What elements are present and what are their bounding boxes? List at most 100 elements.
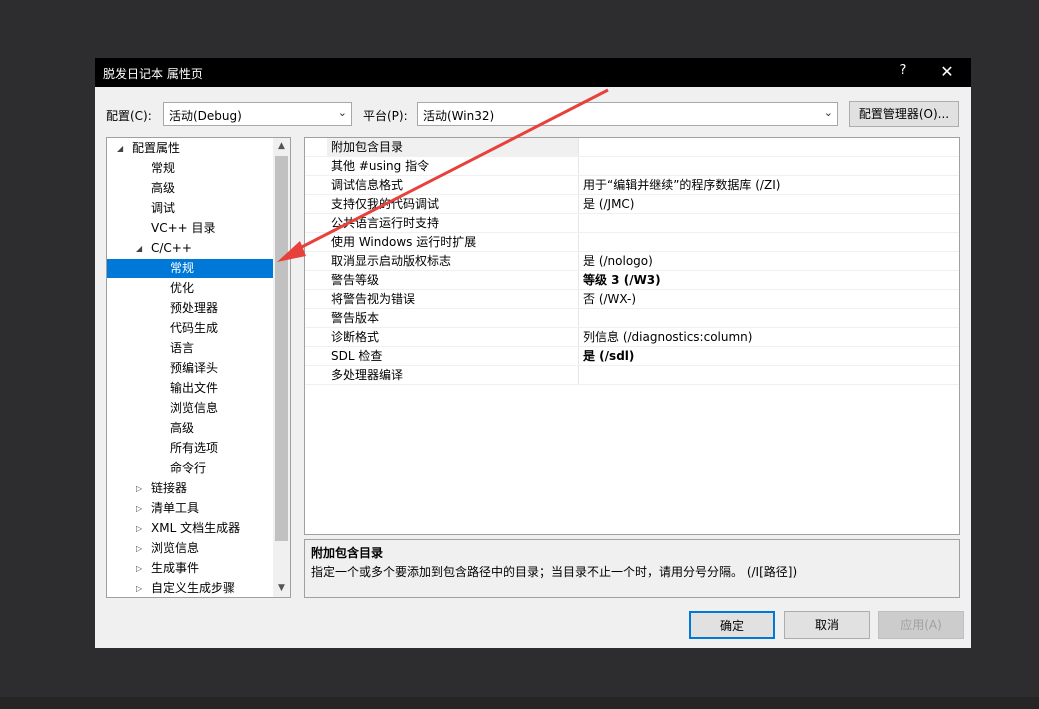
tree-item[interactable]: ▷ 清单工具	[107, 499, 273, 518]
tree-item[interactable]: 预编译头	[107, 359, 273, 378]
property-pages-dialog: 脱发日记本 属性页 ? ✕ 配置(C): 活动(Debug) ⌄ 平台(P): …	[95, 58, 971, 648]
expand-icon[interactable]: ▷	[136, 579, 142, 597]
tree-item[interactable]: VC++ 目录	[107, 219, 273, 238]
property-tree: ▷ 自定义生成步骤 ▷ 生成事件 ▷ 浏览信息 ▷ XML 文档生成器 ▷ 清单工具 ▷ 链接器 命令行…	[106, 137, 291, 598]
tree-item[interactable]: 优化	[107, 279, 273, 298]
description-panel: 附加包含目录 指定一个或多个要添加到包含路径中的目录；当目录不止一个时，请用分号…	[304, 539, 960, 598]
expand-icon[interactable]: ▷	[136, 559, 142, 578]
tree-item-label: 命令行	[170, 461, 207, 475]
tree-scrollbar[interactable]: ▲ ▼	[273, 138, 290, 597]
column-separator	[578, 271, 579, 289]
tree-item[interactable]: 高级	[107, 179, 273, 198]
column-separator	[578, 347, 579, 365]
configuration-manager-button[interactable]: 配置管理器(O)...	[849, 101, 959, 127]
property-name: SDL 检查	[331, 349, 383, 363]
configuration-value: 活动(Debug)	[169, 109, 242, 123]
column-separator	[578, 138, 579, 156]
configuration-combo[interactable]: 活动(Debug) ⌄	[163, 102, 352, 126]
property-value[interactable]: 是 (/nologo)	[583, 252, 953, 271]
property-row[interactable]: 调试信息格式 用于“编辑并继续”的程序数据库 (/ZI)	[305, 176, 959, 195]
column-separator	[578, 176, 579, 194]
scroll-up-icon[interactable]: ▲	[273, 138, 290, 155]
tree-item[interactable]: 所有选项	[107, 439, 273, 458]
tree-item[interactable]: 浏览信息	[107, 399, 273, 418]
tree-item[interactable]: ▷ 链接器	[107, 479, 273, 498]
close-button[interactable]: ✕	[935, 60, 959, 84]
chevron-down-icon: ⌄	[823, 106, 833, 119]
cancel-button[interactable]: 取消	[784, 611, 870, 639]
property-value[interactable]: 是 (/JMC)	[583, 195, 953, 214]
property-name: 警告等级	[331, 273, 380, 287]
tree-item-label: 输出文件	[170, 381, 219, 395]
tree-item-label: 代码生成	[170, 321, 219, 335]
property-value[interactable]: 否 (/WX-)	[583, 290, 953, 309]
scroll-down-icon[interactable]: ▼	[273, 580, 290, 597]
tree-item[interactable]: ◢ 配置属性	[107, 139, 273, 158]
property-row[interactable]: 警告版本	[305, 309, 959, 328]
property-grid: 附加包含目录其他 #using 指令调试信息格式 用于“编辑并继续”的程序数据库 …	[304, 137, 960, 535]
property-value[interactable]: 等级 3 (/W3)	[583, 271, 953, 290]
platform-combo[interactable]: 活动(Win32) ⌄	[417, 102, 838, 126]
property-row[interactable]: 诊断格式 列信息 (/diagnostics:column)	[305, 328, 959, 347]
tree-item-label: 所有选项	[170, 441, 219, 455]
description-title: 附加包含目录	[311, 546, 384, 560]
property-name: 公共语言运行时支持	[331, 216, 440, 230]
tree-item[interactable]: ▷ 生成事件	[107, 559, 273, 578]
tree-item[interactable]: 命令行	[107, 459, 273, 478]
tree-item-label: VC++ 目录	[151, 221, 216, 235]
tree-item-label: 预编译头	[170, 361, 219, 375]
expand-icon[interactable]: ▷	[136, 539, 142, 558]
property-value[interactable]: 是 (/sdl)	[583, 347, 953, 366]
property-name: 使用 Windows 运行时扩展	[331, 235, 477, 249]
platform-value: 活动(Win32)	[423, 109, 495, 123]
background-strip	[0, 697, 1039, 709]
property-row[interactable]: 使用 Windows 运行时扩展	[305, 233, 959, 252]
tree-item[interactable]: 预处理器	[107, 299, 273, 318]
description-text: 指定一个或多个要添加到包含路径中的目录；当目录不止一个时，请用分号分隔。 (/I…	[311, 565, 798, 579]
tree-item-label: 链接器	[151, 481, 188, 495]
tree-item[interactable]: ▷ 自定义生成步骤	[107, 579, 273, 597]
column-separator	[578, 195, 579, 213]
tree-item[interactable]: ▷ 浏览信息	[107, 539, 273, 558]
column-separator	[578, 157, 579, 175]
property-row[interactable]: 公共语言运行时支持	[305, 214, 959, 233]
tree-item-label: 常规	[170, 261, 195, 275]
tree-item-label: 生成事件	[151, 561, 200, 575]
property-name: 多处理器编译	[331, 368, 404, 382]
tree-item[interactable]: 代码生成	[107, 319, 273, 338]
tree-item[interactable]: 常规	[107, 259, 273, 278]
property-row[interactable]: 支持仅我的代码调试 是 (/JMC)	[305, 195, 959, 214]
property-row[interactable]: 警告等级 等级 3 (/W3)	[305, 271, 959, 290]
column-separator	[578, 328, 579, 346]
ok-button[interactable]: 确定	[689, 611, 775, 639]
property-name: 支持仅我的代码调试	[331, 197, 440, 211]
property-value[interactable]: 列信息 (/diagnostics:column)	[583, 328, 953, 347]
title-bar: 脱发日记本 属性页 ? ✕	[95, 58, 971, 87]
apply-button[interactable]: 应用(A)	[878, 611, 964, 639]
collapse-icon[interactable]: ◢	[136, 239, 142, 258]
expand-icon[interactable]: ▷	[136, 519, 142, 538]
tree-item[interactable]: 调试	[107, 199, 273, 218]
scroll-thumb[interactable]	[275, 156, 288, 541]
tree-item[interactable]: ▷ XML 文档生成器	[107, 519, 273, 538]
tree-item[interactable]: ◢ C/C++	[107, 239, 273, 258]
property-name: 取消显示启动版权标志	[331, 254, 452, 268]
help-button[interactable]: ?	[895, 63, 911, 78]
column-separator	[578, 309, 579, 327]
tree-item[interactable]: 常规	[107, 159, 273, 178]
collapse-icon[interactable]: ◢	[117, 139, 123, 158]
tree-item-label: XML 文档生成器	[151, 521, 241, 535]
property-row[interactable]: 将警告视为错误 否 (/WX-)	[305, 290, 959, 309]
property-row[interactable]: 取消显示启动版权标志 是 (/nologo)	[305, 252, 959, 271]
expand-icon[interactable]: ▷	[136, 499, 142, 518]
tree-item[interactable]: 输出文件	[107, 379, 273, 398]
expand-icon[interactable]: ▷	[136, 479, 142, 498]
tree-item[interactable]: 高级	[107, 419, 273, 438]
property-value[interactable]: 用于“编辑并继续”的程序数据库 (/ZI)	[583, 176, 953, 195]
property-row[interactable]: SDL 检查 是 (/sdl)	[305, 347, 959, 366]
property-row[interactable]: 多处理器编译	[305, 366, 959, 385]
property-row[interactable]: 附加包含目录	[305, 138, 959, 157]
property-row[interactable]: 其他 #using 指令	[305, 157, 959, 176]
tree-item[interactable]: 语言	[107, 339, 273, 358]
property-name: 其他 #using 指令	[331, 159, 430, 173]
